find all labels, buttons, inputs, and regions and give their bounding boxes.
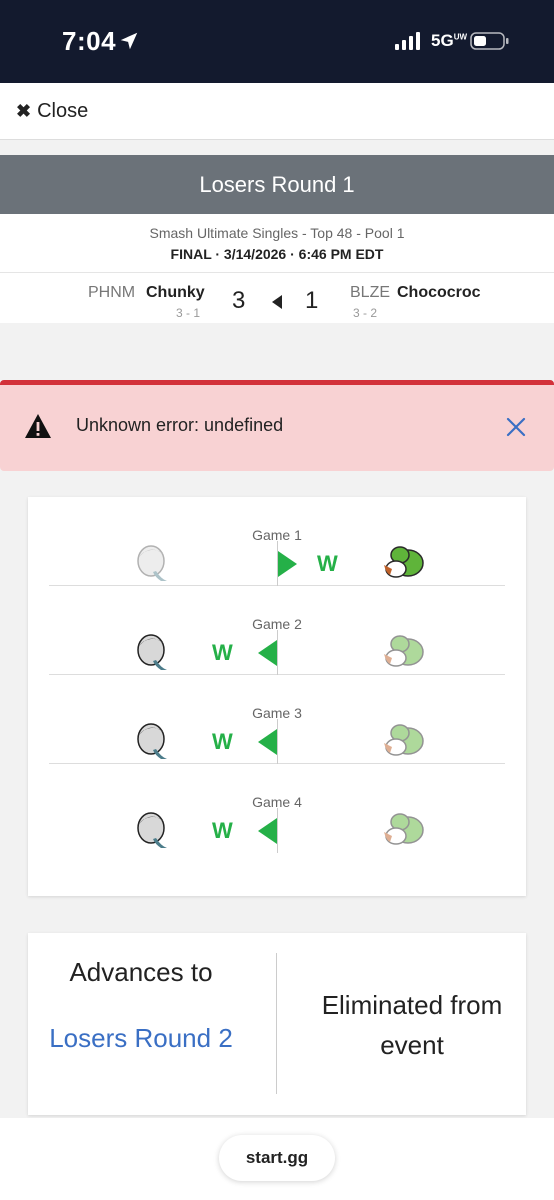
- player1-record: 3 - 1: [176, 306, 201, 320]
- player1-name[interactable]: Chunky: [146, 284, 205, 302]
- character-icon: [137, 723, 167, 759]
- player2-tag: BLZE: [350, 284, 391, 301]
- player2-record: 3 - 2: [353, 306, 378, 320]
- battery-icon: [470, 32, 509, 50]
- network-indicator: 5GUW: [431, 31, 468, 50]
- site-url-pill[interactable]: start.gg: [219, 1135, 335, 1181]
- game-divider-line: [277, 630, 278, 675]
- event-name: Smash Ultimate Singles - Top 48 - Pool 1: [149, 225, 405, 241]
- close-label: Close: [37, 100, 89, 122]
- game-row: Game 4 W: [49, 764, 505, 853]
- game-row: Game 2 W: [49, 586, 505, 675]
- dismiss-error-icon[interactable]: [505, 416, 527, 438]
- set-status: FINAL · 3/14/2026 · 6:46 PM EDT: [170, 246, 384, 262]
- win-mark: W: [212, 818, 233, 843]
- win-mark: W: [212, 640, 233, 665]
- advancement-divider: [276, 953, 277, 1094]
- next-round-link[interactable]: Losers Round 2: [28, 1019, 254, 1058]
- winner-flag-icon: [278, 551, 297, 577]
- character-icon: [384, 546, 424, 578]
- game-row: Game 1 W: [49, 497, 505, 586]
- status-bar: 7:04 5GUW: [0, 0, 554, 83]
- error-message: Unknown error: undefined: [76, 415, 284, 435]
- win-mark: W: [317, 551, 338, 576]
- game-divider-line: [277, 808, 278, 853]
- set-meta: Smash Ultimate Singles - Top 48 - Pool 1…: [0, 214, 554, 273]
- game-row: Game 3 W: [49, 675, 505, 764]
- location-arrow-icon: [120, 32, 138, 50]
- character-icon: [384, 635, 424, 667]
- winner-flag-icon: [258, 818, 277, 844]
- eliminated-label: Eliminated from event: [321, 990, 503, 1060]
- winner-flag-icon: [258, 729, 277, 755]
- games-card: Game 1 W Game 2 W Game 3 W Game 4 W: [28, 497, 526, 896]
- player2-name[interactable]: Chococroc: [397, 284, 481, 302]
- player1-score: 3: [232, 287, 246, 314]
- close-icon: ✖: [16, 101, 32, 121]
- warning-icon: [25, 414, 51, 438]
- cell-signal-icon: [395, 32, 420, 50]
- character-icon: [137, 634, 167, 670]
- character-icon: [384, 813, 424, 845]
- status-time: 7:04: [62, 26, 117, 56]
- win-mark: W: [212, 729, 233, 754]
- winner-flag-icon: [258, 640, 277, 666]
- bottom-bar: start.gg: [0, 1118, 554, 1200]
- round-header: Losers Round 1: [0, 155, 554, 214]
- close-button[interactable]: ✖ Close: [16, 100, 88, 123]
- winner-arrow-icon: [272, 295, 282, 309]
- error-banner: Unknown error: undefined: [0, 380, 554, 471]
- player2-score: 1: [305, 287, 319, 314]
- game-divider-line: [277, 719, 278, 764]
- character-icon: [137, 545, 167, 581]
- advancement-card: Advances to Losers Round 2 Eliminated fr…: [28, 933, 526, 1115]
- character-icon: [137, 812, 167, 848]
- advances-to-label: Advances to: [69, 957, 213, 987]
- score-row: PHNM Chunky 3 - 1 3 1 BLZE Chococroc 3 -…: [0, 273, 554, 323]
- close-bar: ✖ Close: [0, 83, 554, 140]
- character-icon: [384, 724, 424, 756]
- player1-tag: PHNM: [88, 284, 136, 301]
